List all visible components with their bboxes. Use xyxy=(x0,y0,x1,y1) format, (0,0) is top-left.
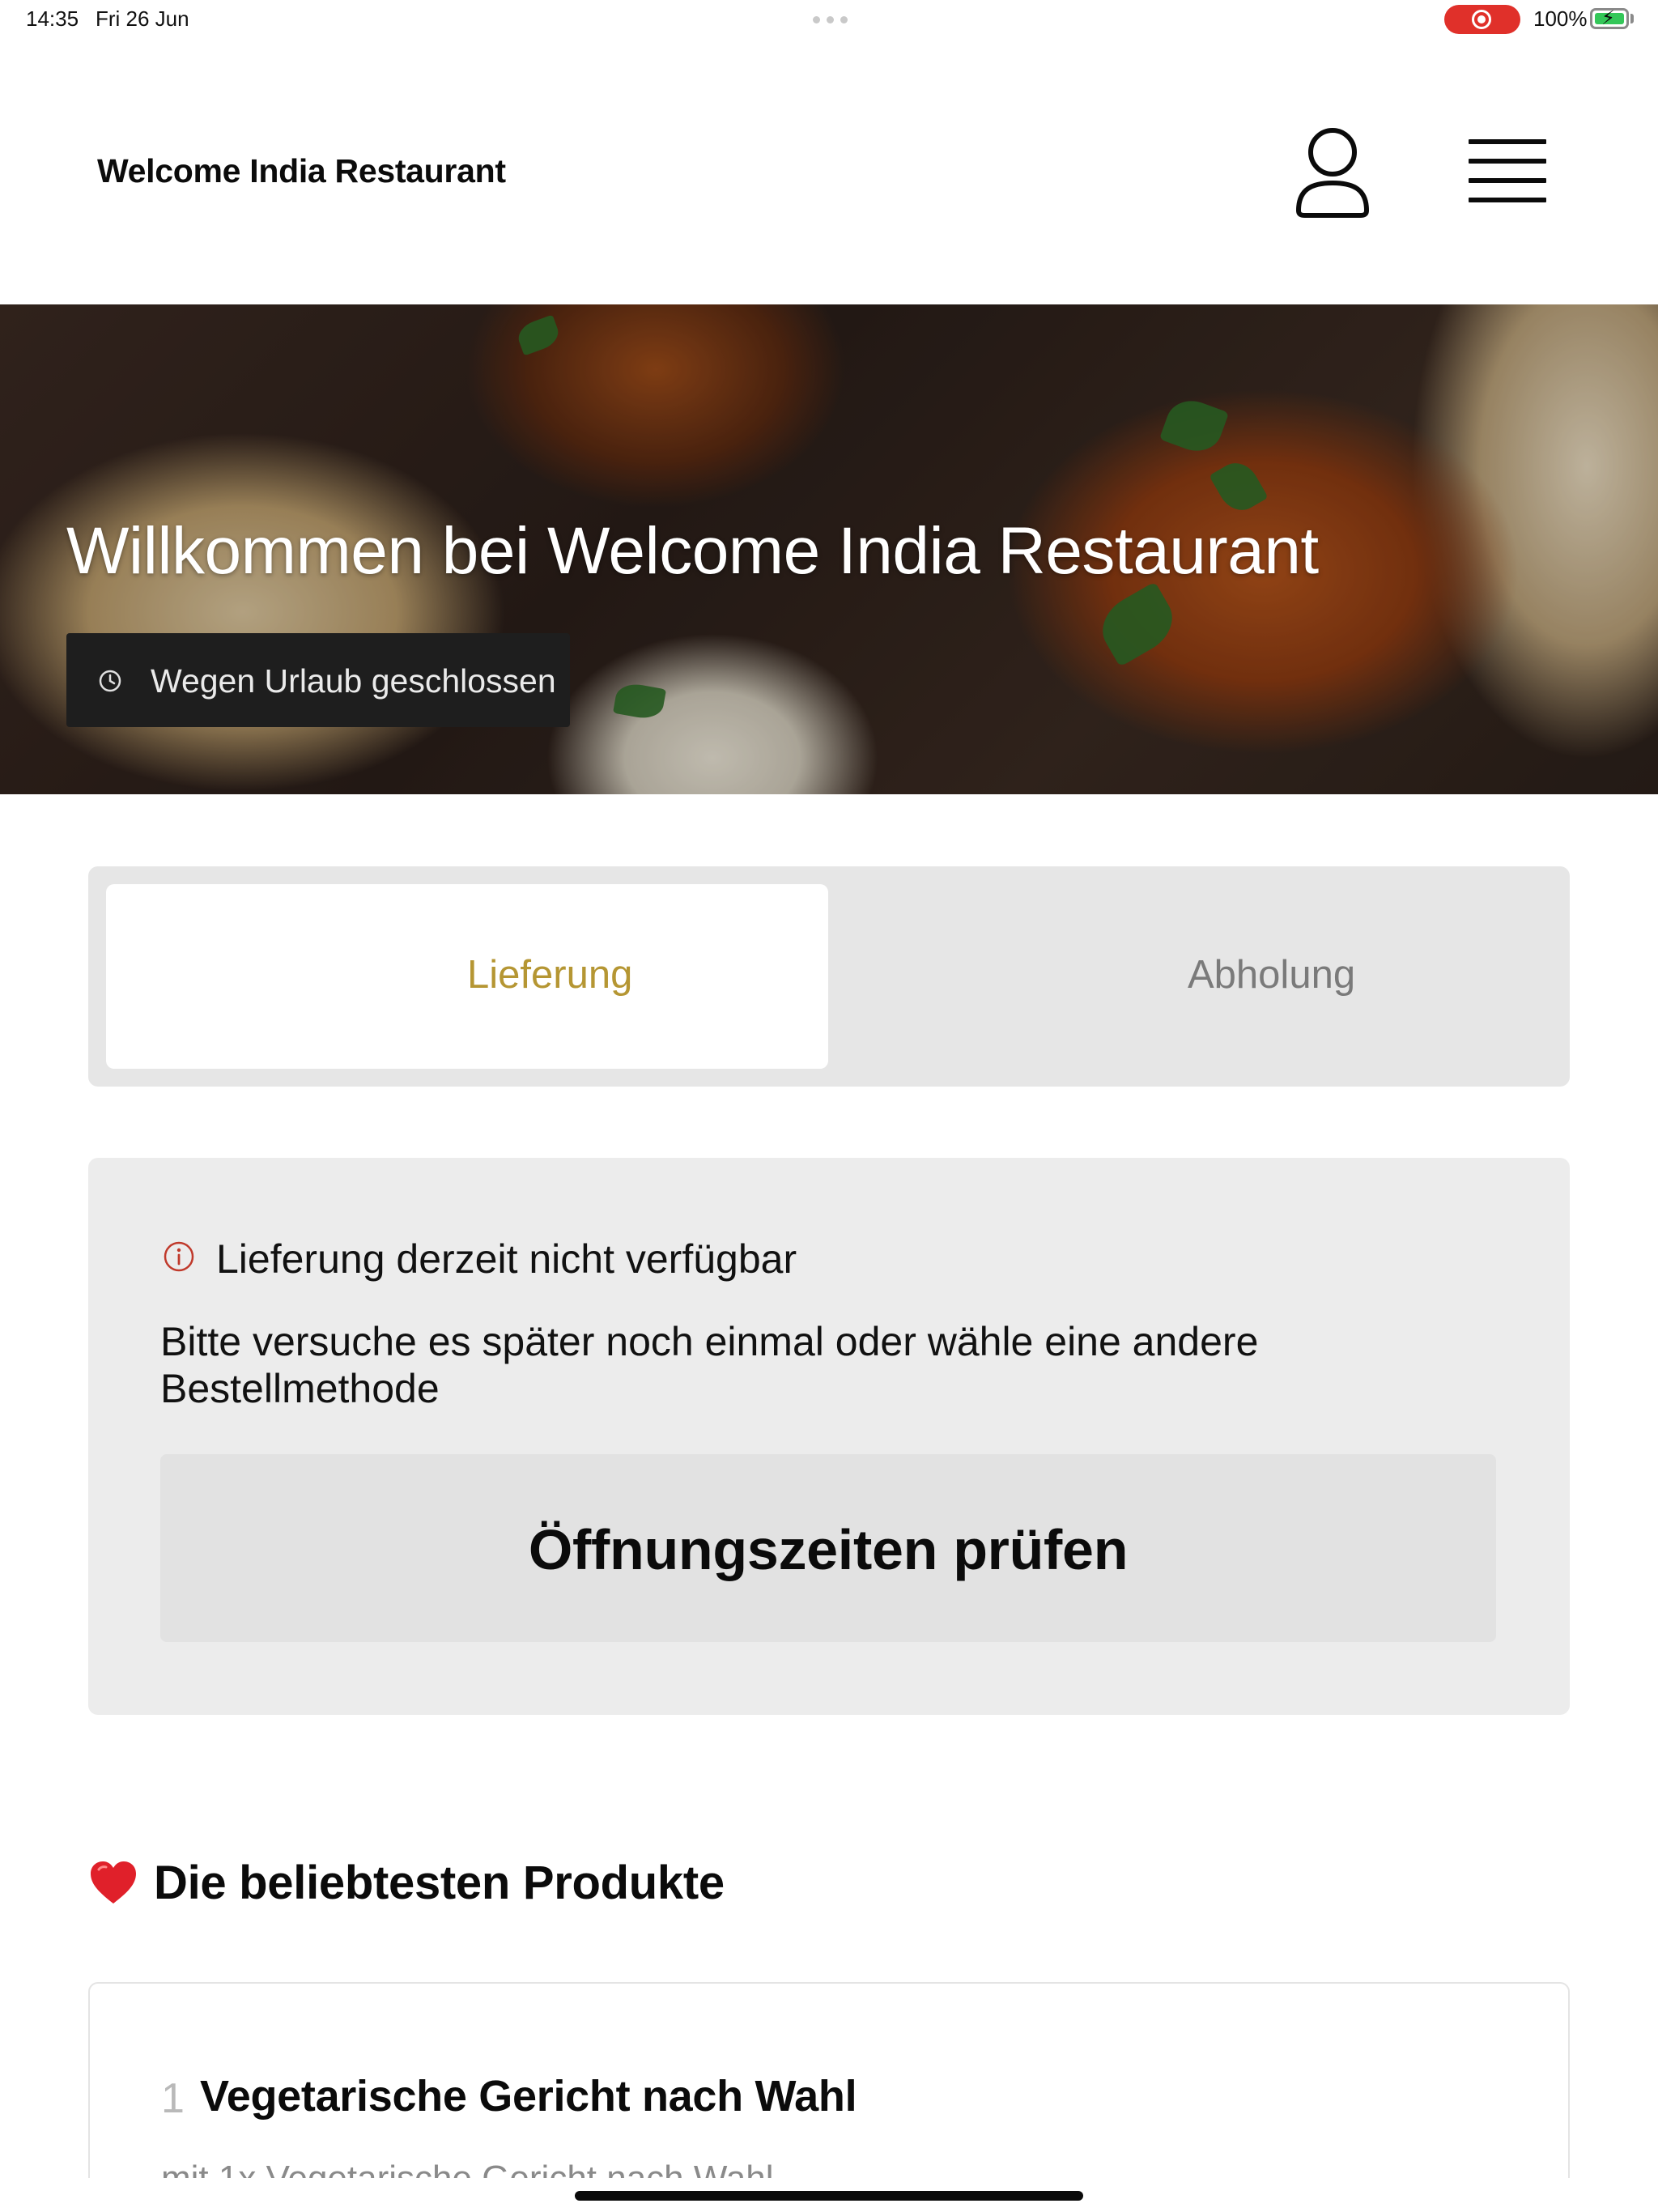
account-button[interactable] xyxy=(1292,123,1373,220)
status-bar: 14:35 Fri 26 Jun 100% ⚡ xyxy=(0,0,1658,40)
popular-products-heading: Die beliebtesten Produkte xyxy=(89,1854,725,1911)
tab-abholung[interactable]: Abholung xyxy=(1188,952,1355,998)
battery-nub xyxy=(1630,14,1634,23)
tab-lieferung-label[interactable]: Lieferung xyxy=(467,952,632,998)
hero-banner: Willkommen bei Welcome India Restaurant … xyxy=(0,304,1658,794)
restaurant-name[interactable]: Welcome India Restaurant xyxy=(97,152,506,190)
section-title: Die beliebtesten Produkte xyxy=(154,1856,725,1909)
multitasking-dots-icon[interactable] xyxy=(813,16,848,23)
hamburger-menu-icon xyxy=(1469,139,1546,144)
hero-title: Willkommen bei Welcome India Restaurant xyxy=(66,514,1319,588)
status-time: 14:35 xyxy=(26,6,79,31)
home-indicator[interactable] xyxy=(575,2191,1083,2201)
person-icon xyxy=(1296,128,1369,218)
charging-bolt-icon: ⚡ xyxy=(1601,7,1615,29)
check-opening-hours-button[interactable]: Öffnungszeiten prüfen xyxy=(160,1454,1496,1642)
notice-title: Lieferung derzeit nicht verfügbar xyxy=(216,1236,797,1282)
battery-percent: 100% xyxy=(1533,6,1588,31)
status-date: Fri 26 Jun xyxy=(96,6,189,31)
heart-icon xyxy=(91,1861,136,1904)
menu-button[interactable] xyxy=(1462,130,1553,214)
check-opening-hours-label: Öffnungszeiten prüfen xyxy=(528,1518,1129,1581)
product-rank: 1 xyxy=(161,2075,185,2122)
notice-body: Bitte versuche es später noch einmal ode… xyxy=(160,1319,1259,1411)
screen-recording-icon[interactable] xyxy=(1444,5,1520,34)
status-badge-label: Wegen Urlaub geschlossen xyxy=(151,662,556,700)
clock-icon xyxy=(99,670,121,692)
order-method-toggle: Lieferung Abholung xyxy=(88,866,1570,1087)
status-badge: Wegen Urlaub geschlossen xyxy=(66,633,570,727)
app-screen: 14:35 Fri 26 Jun 100% ⚡ Welcome India Re… xyxy=(0,0,1658,2212)
product-name: Vegetarische Gericht nach Wahl xyxy=(200,2072,857,2121)
delivery-unavailable-notice: Lieferung derzeit nicht verfügbar Bitte … xyxy=(88,1158,1570,1715)
info-icon xyxy=(164,1241,194,1272)
